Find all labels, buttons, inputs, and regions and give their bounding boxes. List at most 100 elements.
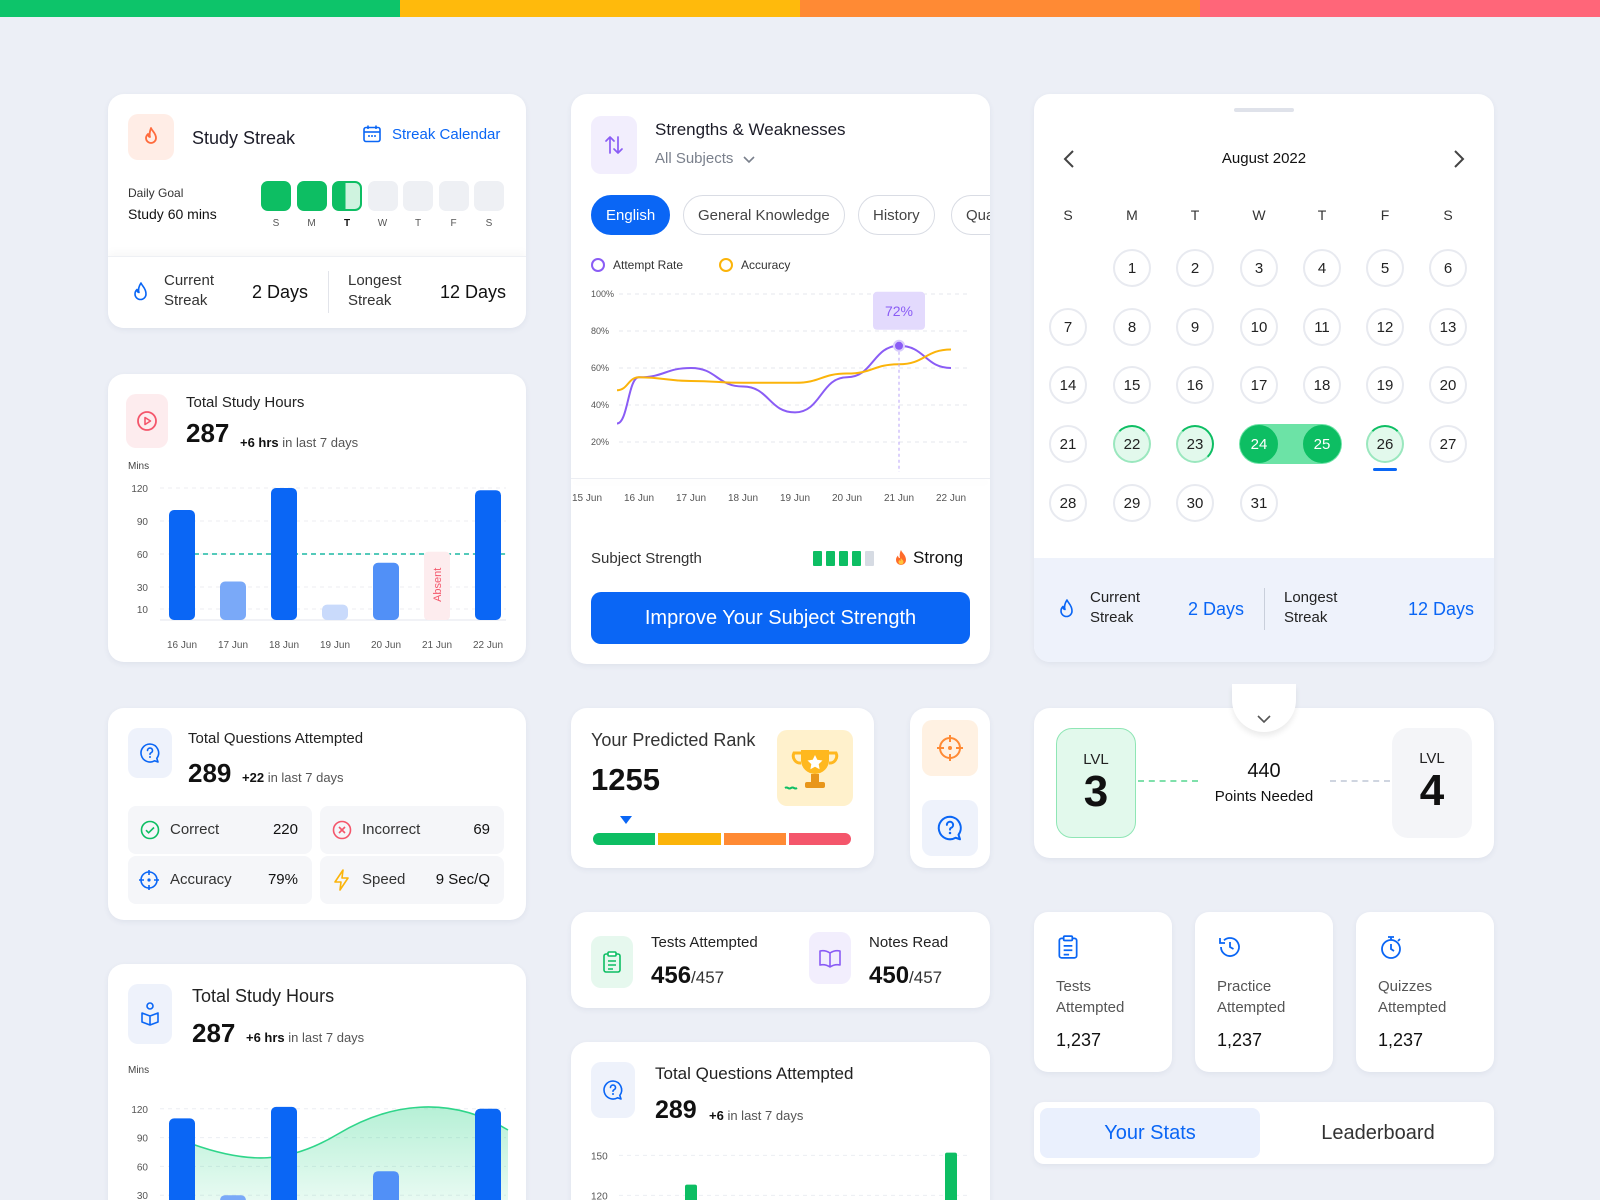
calendar-day[interactable]: 18	[1303, 366, 1341, 404]
calendar-day[interactable]: 4	[1303, 249, 1341, 287]
calendar-day[interactable]: 12	[1366, 308, 1404, 346]
calendar-day[interactable]: 5	[1366, 249, 1404, 287]
next-month-icon[interactable]	[1450, 148, 1466, 170]
calendar-day[interactable]: 2	[1176, 249, 1214, 287]
calendar-day[interactable]: 27	[1429, 425, 1467, 463]
notes-value: 450	[869, 962, 910, 989]
calendar-day[interactable]: 22	[1113, 425, 1151, 463]
calendar-day[interactable]: 23	[1176, 425, 1214, 463]
calendar-day[interactable]: 29	[1113, 484, 1151, 522]
streak-day-box	[332, 181, 362, 211]
drag-handle[interactable]	[1234, 108, 1294, 112]
calendar-day[interactable]: 20	[1429, 366, 1467, 404]
x-tick-label: 16 Jun	[624, 493, 654, 504]
calendar-day[interactable]: 7	[1049, 308, 1087, 346]
streak-day-label: F	[450, 218, 457, 229]
x-tick-label: 16 Jun	[167, 640, 197, 651]
subject-filter-dropdown[interactable]: All Subjects	[655, 150, 757, 167]
rank-segment-orange	[723, 833, 786, 845]
strength-bar-4	[852, 551, 861, 566]
correct-tile: Correct 220	[128, 806, 312, 854]
question-bubble-icon	[591, 1062, 635, 1118]
accuracy-value: 79%	[267, 871, 298, 888]
quizzes-stat-label-1: Quizzes	[1378, 978, 1433, 995]
daily-goal-label: Daily Goal	[128, 186, 184, 200]
question-bubble-icon	[128, 728, 172, 778]
x-tick-label: 18 Jun	[728, 493, 758, 504]
bar	[322, 604, 348, 620]
tab-english[interactable]: English	[591, 195, 671, 235]
calendar-day[interactable]: 15	[1113, 366, 1151, 404]
rank-segment-red	[788, 833, 851, 845]
level-points-label: Points Needed	[1214, 788, 1314, 805]
target-button[interactable]	[922, 720, 978, 776]
notes-value-group: 450/457	[869, 962, 942, 990]
current-streak-value: 2 Days	[252, 282, 309, 302]
calendar-day[interactable]: 21	[1049, 425, 1087, 463]
calendar-day[interactable]: 25	[1303, 425, 1341, 463]
calendar-day[interactable]: 28	[1049, 484, 1087, 522]
cal-longest-streak-value: 12 Days	[1408, 599, 1475, 619]
calendar-day[interactable]: 19	[1366, 366, 1404, 404]
calendar-weekday: T	[1190, 207, 1200, 223]
accuracy-tile: Accuracy 79%	[128, 856, 312, 904]
speed-tile: Speed 9 Sec/Q	[320, 856, 504, 904]
help-button[interactable]	[922, 800, 978, 856]
calendar-day[interactable]: 10	[1240, 308, 1278, 346]
tests-stat-value: 1,237	[1056, 1030, 1102, 1050]
crosshair-icon	[139, 870, 159, 890]
level-progress-card: LVL 3 440 Points Needed LVL 4	[1034, 684, 1494, 858]
bar	[169, 1118, 195, 1200]
calendar-day[interactable]: 6	[1429, 249, 1467, 287]
x-tick-label: 22 Jun	[473, 640, 503, 651]
tests-value-group: 456/457	[651, 962, 724, 990]
calendar-day[interactable]: 1	[1113, 249, 1151, 287]
today-indicator	[1373, 468, 1397, 471]
tests-total: /457	[691, 968, 725, 987]
strength-bar-2	[826, 551, 835, 566]
streak-day-label: S	[272, 218, 280, 229]
tab-leaderboard-label: Leaderboard	[1321, 1121, 1435, 1144]
calendar-day[interactable]: 14	[1049, 366, 1087, 404]
x-tick-label: 19 Jun	[780, 493, 810, 504]
questions2-delta: +6 in last 7 days	[709, 1108, 803, 1123]
questions-title: Total Questions Attempted	[188, 730, 364, 747]
tab-general-knowledge[interactable]: General Knowledge	[683, 195, 845, 235]
streak-calendar-link[interactable]: Streak Calendar	[362, 124, 500, 144]
calendar-day[interactable]: 13	[1429, 308, 1467, 346]
strength-bar-3	[839, 551, 848, 566]
y-tick-label: 120	[591, 1191, 608, 1200]
calendar-day[interactable]: 11	[1303, 308, 1341, 346]
collapse-button[interactable]	[1232, 684, 1296, 732]
quizzes-stat-value: 1,237	[1378, 1030, 1424, 1050]
chevron-down-icon	[1257, 715, 1271, 724]
calendar-day[interactable]: 16	[1176, 366, 1214, 404]
calendar-day[interactable]: 9	[1176, 308, 1214, 346]
tests-stat-label-2: Attempted	[1056, 999, 1125, 1016]
bar	[220, 1195, 246, 1200]
x-circle-icon	[332, 820, 352, 840]
calendar-day[interactable]: 31	[1240, 484, 1278, 522]
quizzes-attempted-stat: Quizzes Attempted 1,237	[1356, 912, 1494, 1072]
tab-leaderboard[interactable]: Leaderboard	[1268, 1108, 1488, 1158]
x-tick-label: 22 Jun	[936, 493, 966, 504]
incorrect-label: Incorrect	[362, 821, 421, 838]
tab-history[interactable]: History	[858, 195, 935, 235]
improve-strength-button[interactable]: Improve Your Subject Strength	[591, 592, 970, 644]
lightning-icon	[334, 869, 349, 891]
legend-attempt-label: Attempt Rate	[613, 258, 684, 272]
calendar-day[interactable]: 8	[1113, 308, 1151, 346]
calendar-day[interactable]: 24	[1240, 425, 1278, 463]
calendar-day[interactable]: 26	[1366, 425, 1404, 463]
clipboard-icon	[1058, 935, 1078, 959]
calendar-day[interactable]: 3	[1240, 249, 1278, 287]
flame-icon	[128, 114, 174, 160]
cal-longest-streak-label: Longest Streak	[1284, 589, 1338, 626]
stats-tabs: Your Stats Leaderboard	[1034, 1102, 1494, 1164]
calendar-day[interactable]: 17	[1240, 366, 1278, 404]
bar	[685, 1184, 697, 1200]
tab-quant[interactable]: Qua	[951, 195, 990, 235]
tab-your-stats[interactable]: Your Stats	[1040, 1108, 1260, 1158]
rank-value: 1255	[591, 762, 660, 797]
calendar-day[interactable]: 30	[1176, 484, 1214, 522]
